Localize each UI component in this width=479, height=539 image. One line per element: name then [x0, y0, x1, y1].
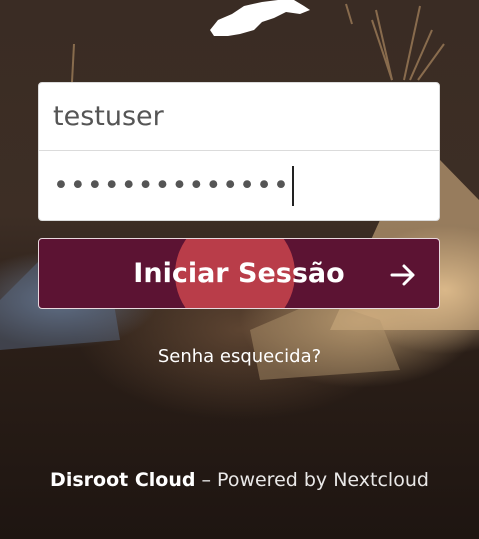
footer-brand-link[interactable]: Disroot Cloud	[50, 469, 195, 491]
disroot-logo	[210, 0, 310, 36]
forgot-password-link[interactable]: Senha esquecida?	[0, 346, 479, 367]
submit-label: Iniciar Sessão	[133, 258, 345, 289]
footer-powered-by: Powered by Nextcloud	[217, 469, 429, 491]
login-form: testuser ••••••••••••••	[38, 82, 440, 221]
username-field[interactable]: testuser	[38, 82, 440, 151]
arrow-right-icon	[390, 264, 415, 286]
footer-separator: –	[201, 469, 212, 491]
text-cursor	[291, 165, 294, 206]
login-submit-button[interactable]: Iniciar Sessão	[38, 238, 440, 309]
footer: Disroot Cloud – Powered by Nextcloud	[0, 469, 479, 491]
username-value: testuser	[53, 101, 164, 132]
password-field[interactable]: ••••••••••••••	[38, 151, 440, 221]
password-value: ••••••••••••••	[53, 170, 290, 201]
